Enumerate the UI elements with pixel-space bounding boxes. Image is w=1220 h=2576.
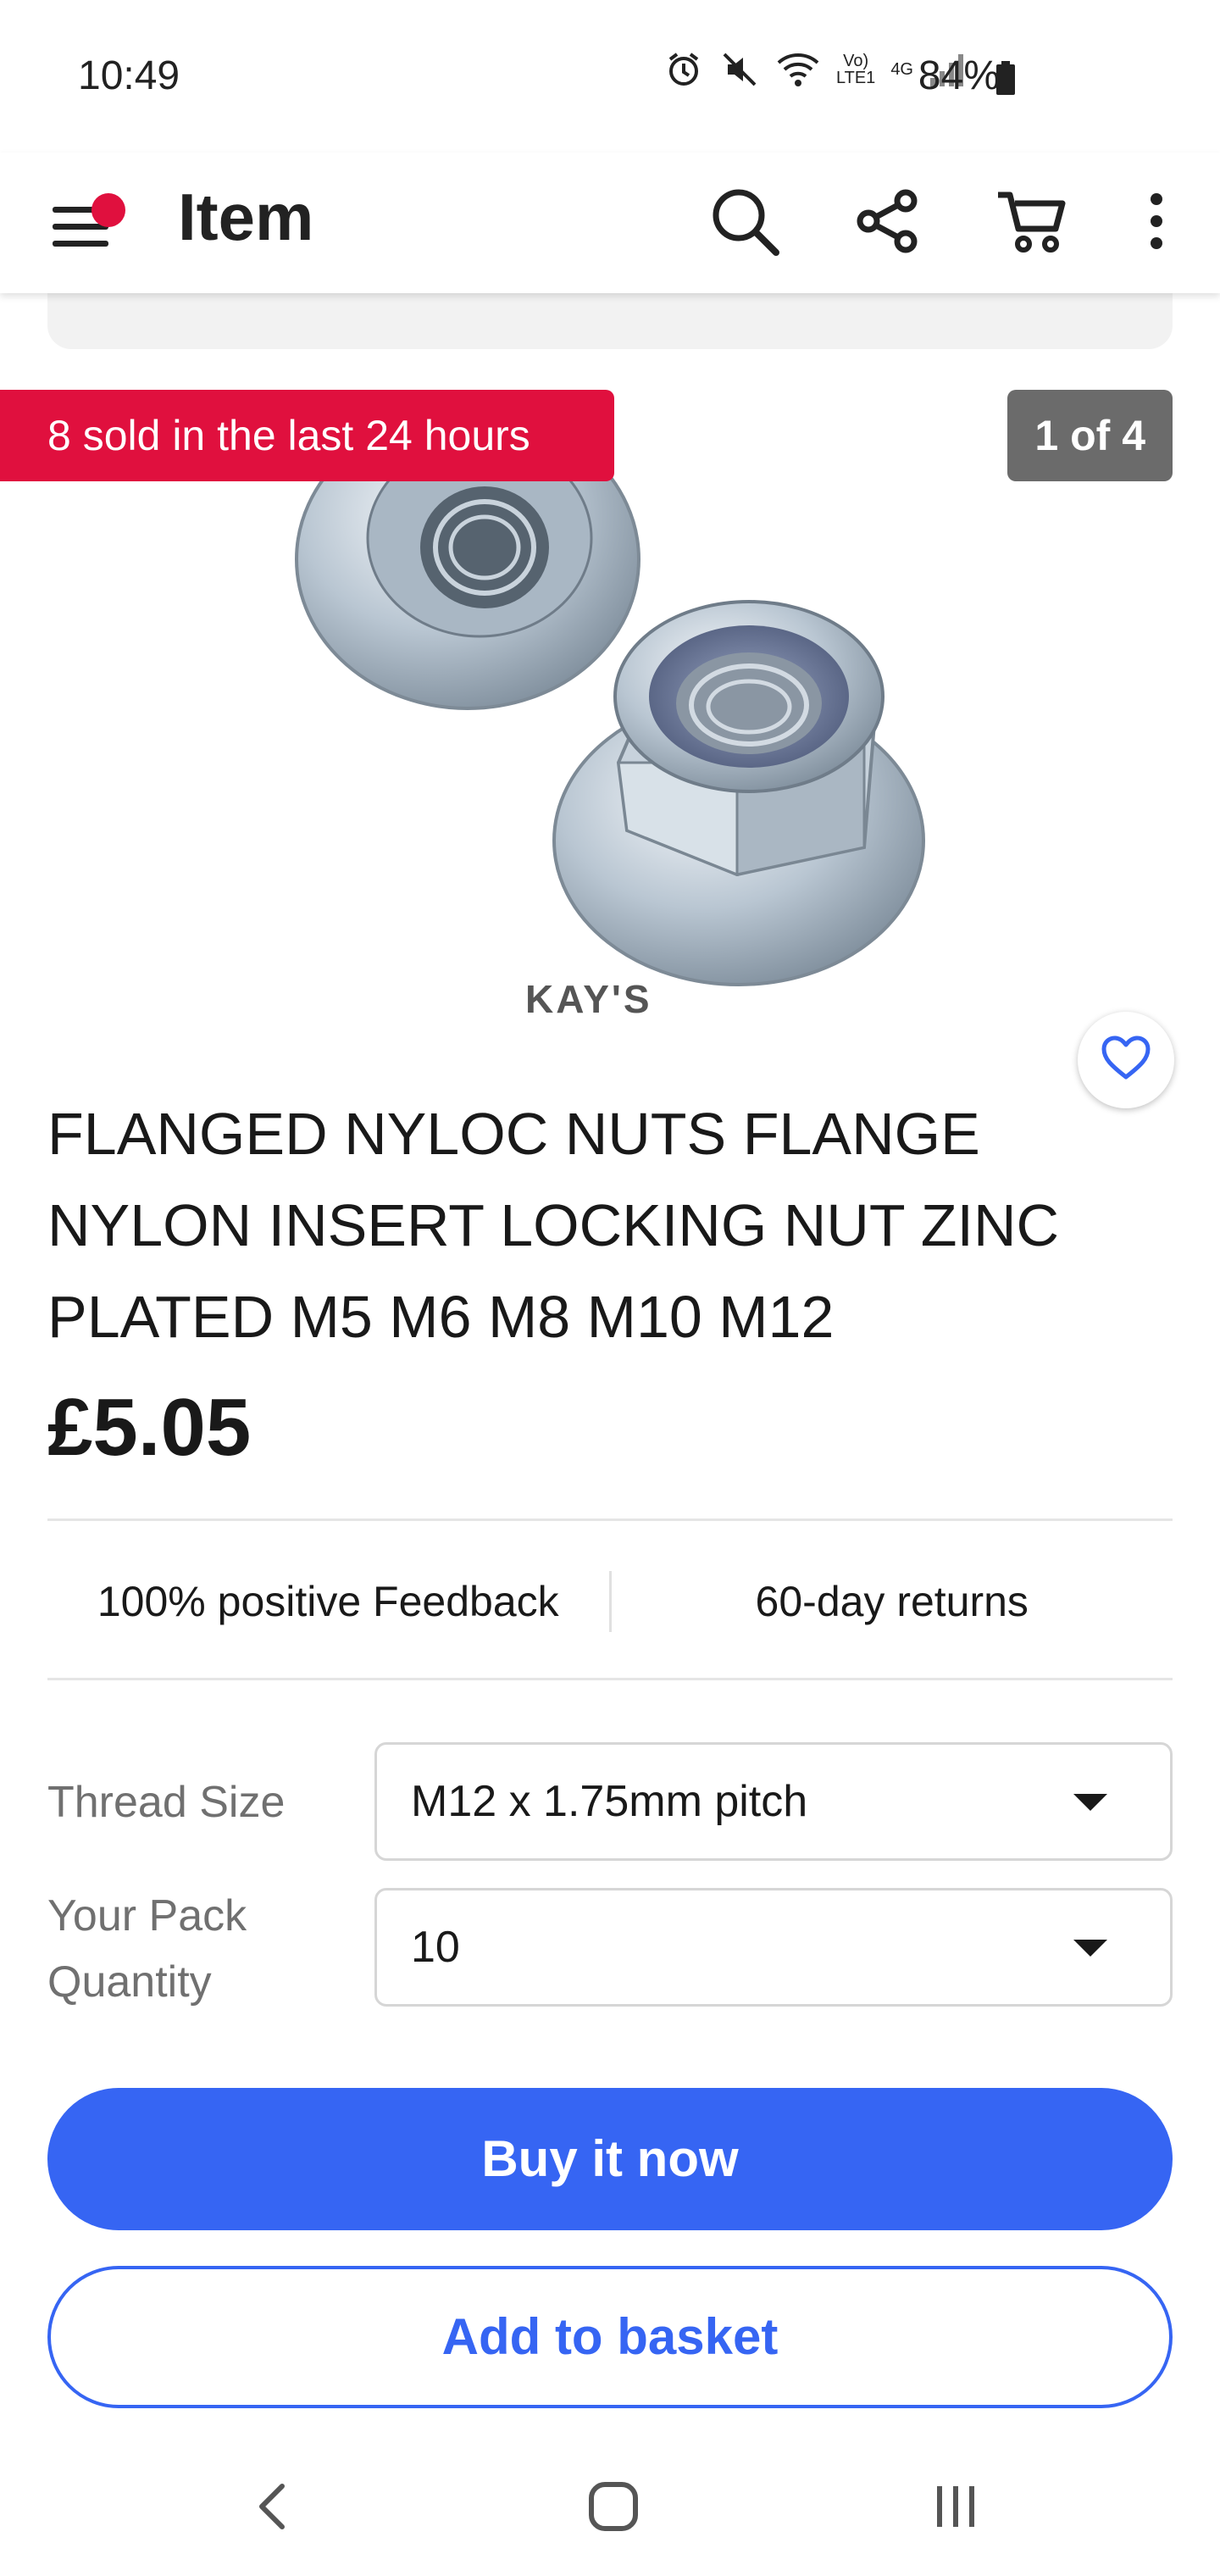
thread-size-select[interactable]: M12 x 1.75mm pitch [374, 1742, 1173, 1861]
page-title: Item [178, 180, 314, 254]
product-price: £5.05 [47, 1382, 252, 1473]
pack-quantity-select[interactable]: 10 [374, 1888, 1173, 2007]
volte-indicator: Vo) LTE1 [835, 52, 876, 87]
heart-icon [1101, 1035, 1151, 1086]
home-button[interactable] [563, 2466, 664, 2551]
data-type-indicator: 4G [890, 60, 913, 79]
cart-icon [993, 183, 1069, 264]
status-time: 10:49 [78, 53, 180, 98]
divider [47, 1518, 1173, 1521]
more-vert-icon [1144, 187, 1169, 259]
app-bar: Item [0, 153, 1220, 293]
status-bar: 10:49 Vo) LTE1 4G 84% [0, 0, 1220, 153]
returns-text[interactable]: 60-day returns [612, 1577, 1173, 1626]
menu-icon [47, 207, 124, 266]
back-button[interactable] [222, 2466, 324, 2551]
chevron-down-icon [1073, 1940, 1107, 1957]
seller-highlights: 100% positive Feedback 60-day returns [47, 1525, 1173, 1678]
brand-watermark: KAY'S [525, 977, 652, 1021]
divider [47, 1678, 1173, 1680]
sold-count-banner: 8 sold in the last 24 hours [0, 390, 614, 481]
share-button[interactable] [840, 176, 934, 269]
item-page: 10:49 Vo) LTE1 4G 84% Item 8 sold in the… [0, 0, 1220, 2576]
recents-button[interactable] [905, 2466, 1006, 2551]
search-button[interactable] [698, 176, 791, 269]
pack-quantity-value: 10 [411, 1923, 460, 1972]
add-to-basket-button[interactable]: Add to basket [47, 2266, 1173, 2408]
buy-it-now-button[interactable]: Buy it now [47, 2088, 1173, 2230]
menu-button[interactable] [47, 186, 125, 266]
battery-percent: 84% [918, 53, 1000, 98]
image-gallery[interactable]: 8 sold in the last 24 hours 1 of 4 KAY'S [0, 390, 1220, 1108]
feedback-text[interactable]: 100% positive Feedback [47, 1577, 609, 1626]
alarm-icon [663, 49, 704, 90]
home-icon [586, 2479, 640, 2538]
system-nav-bar [0, 2440, 1220, 2576]
battery-icon [995, 61, 1017, 99]
pack-quantity-label: Your Pack Quantity [47, 1891, 247, 2007]
search-icon [707, 183, 783, 264]
back-icon [252, 2481, 294, 2536]
share-icon [851, 186, 923, 261]
cart-button[interactable] [984, 176, 1078, 269]
wifi-icon [775, 49, 821, 90]
recents-icon [930, 2481, 981, 2536]
product-title: FLANGED NYLOC NUTS FLANGE NYLON INSERT L… [47, 1101, 1060, 1350]
chevron-down-icon [1073, 1794, 1107, 1811]
mute-icon [719, 49, 760, 90]
notification-badge [92, 193, 125, 227]
image-counter: 1 of 4 [1007, 390, 1173, 481]
product-image [295, 408, 925, 986]
thread-size-value: M12 x 1.75mm pitch [411, 1777, 808, 1826]
thread-size-label: Thread Size [47, 1778, 286, 1827]
more-options-button[interactable] [1110, 176, 1203, 269]
